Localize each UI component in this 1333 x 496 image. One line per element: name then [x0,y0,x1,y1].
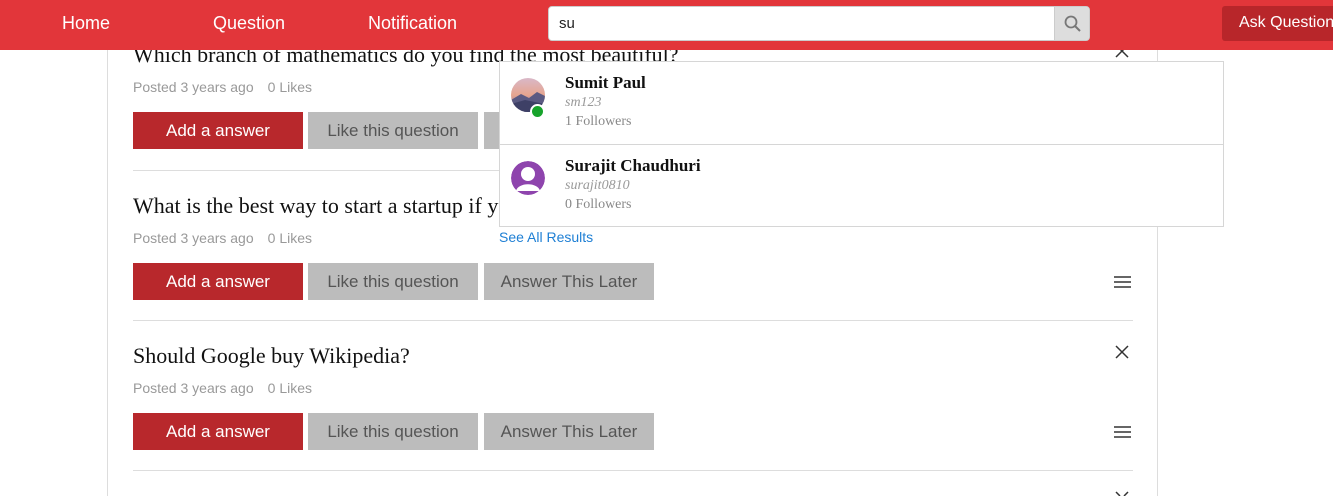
search-bar [548,6,1090,41]
question-meta: Posted 3 years ago 0 Likes [133,230,312,246]
result-username: sm123 [565,95,602,110]
add-answer-button[interactable]: Add a answer [133,413,303,450]
result-followers: 0 Followers [565,197,632,212]
answer-later-button[interactable]: Answer This Later [484,413,654,450]
search-results-dropdown: Sumit Paul sm123 1 Followers Surajit Cha… [499,61,1224,227]
search-icon [1064,15,1081,32]
nav-home-link[interactable]: Home [62,13,110,34]
divider [133,470,1133,471]
result-username: surajit0810 [565,178,630,193]
close-icon[interactable] [1114,344,1130,360]
add-answer-button[interactable]: Add a answer [133,112,303,149]
search-result-item[interactable]: Surajit Chaudhuri surajit0810 0 Follower… [500,144,1223,226]
add-answer-button[interactable]: Add a answer [133,263,303,300]
question-meta: Posted 3 years ago 0 Likes [133,79,312,95]
top-navbar: Home Question Notification Ask Question [0,0,1333,50]
hamburger-menu-icon[interactable] [1114,275,1131,289]
search-button[interactable] [1054,7,1089,40]
posted-time: Posted 3 years ago [133,380,254,396]
result-followers: 1 Followers [565,114,632,129]
online-status-indicator [530,104,545,119]
close-icon[interactable] [1114,490,1130,496]
nav-question-link[interactable]: Question [213,13,285,34]
likes-count: 0 Likes [267,230,312,246]
question-card: Should Google buy Wikipedia? Posted 3 ye… [133,300,1133,450]
likes-count: 0 Likes [267,79,312,95]
likes-count: 0 Likes [267,380,312,396]
result-name: Surajit Chaudhuri [565,156,701,175]
search-input[interactable] [549,7,1055,40]
search-result-item[interactable]: Sumit Paul sm123 1 Followers [500,62,1223,144]
answer-later-button[interactable]: Answer This Later [484,263,654,300]
like-question-button[interactable]: Like this question [308,413,478,450]
see-all-results-link[interactable]: See All Results [499,229,593,245]
hamburger-menu-icon[interactable] [1114,425,1131,439]
question-title[interactable]: Should Google buy Wikipedia? [133,343,410,369]
like-question-button[interactable]: Like this question [308,112,478,149]
posted-time: Posted 3 years ago [133,230,254,246]
avatar [511,161,545,195]
question-meta: Posted 3 years ago 0 Likes [133,380,312,396]
result-name: Sumit Paul [565,73,646,92]
ask-question-button[interactable]: Ask Question [1222,6,1333,41]
posted-time: Posted 3 years ago [133,79,254,95]
like-question-button[interactable]: Like this question [308,263,478,300]
default-user-icon [511,161,545,195]
nav-notification-link[interactable]: Notification [368,13,457,34]
